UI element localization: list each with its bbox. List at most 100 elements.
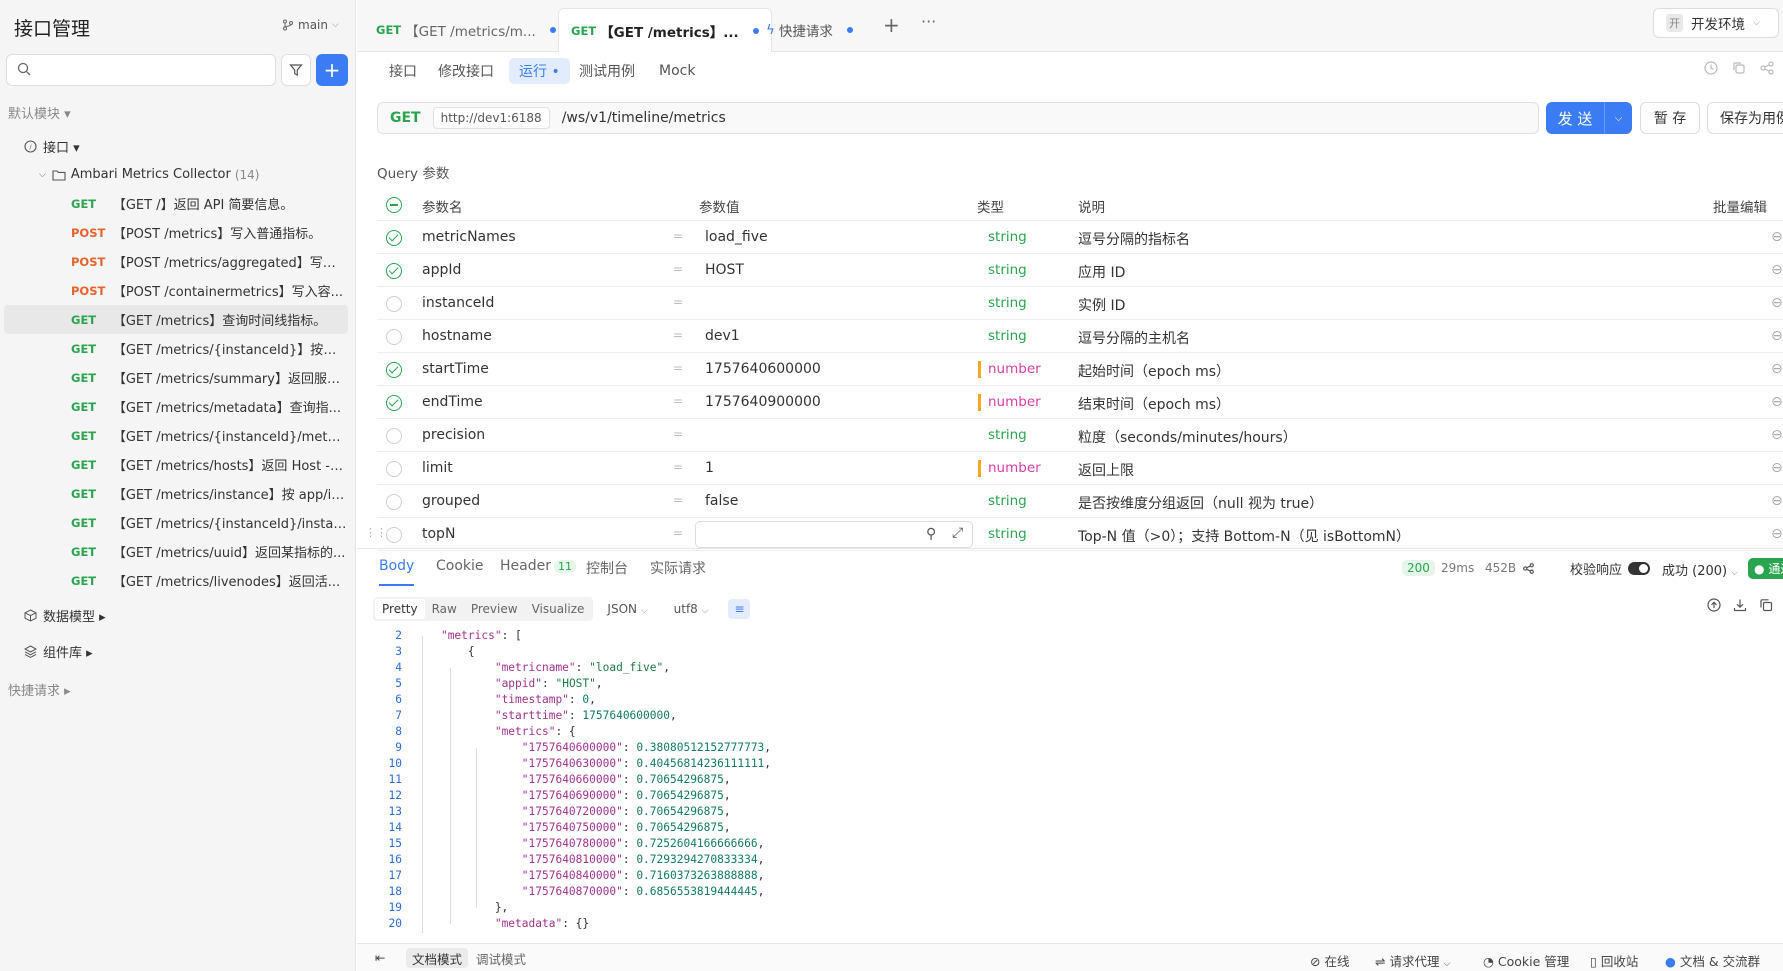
upload-icon[interactable] xyxy=(1707,598,1721,612)
param-name[interactable]: startTime xyxy=(422,361,489,377)
api-item[interactable]: POST 【POST /containermetrics】写入容... xyxy=(4,276,348,305)
param-value-input[interactable]: ⚲ ⤢ xyxy=(695,521,973,548)
param-desc[interactable]: 结束时间（epoch ms） xyxy=(1078,394,1230,414)
api-item[interactable]: GET 【GET /metrics/uuid】返回某指标的... xyxy=(4,537,348,566)
fmt-pretty[interactable]: Pretty xyxy=(375,599,425,619)
param-desc[interactable]: 实例 ID xyxy=(1078,295,1125,315)
collapse-icon[interactable]: ⇤ xyxy=(375,950,385,965)
param-checkbox[interactable] xyxy=(386,527,402,543)
tree-component-lib[interactable]: 组件库 ▸ xyxy=(4,637,348,666)
tree-api-group[interactable]: / 接口 ▾ xyxy=(4,132,348,161)
param-checkbox[interactable] xyxy=(386,461,402,477)
param-name[interactable]: metricNames xyxy=(422,229,516,245)
send-dropdown[interactable]: ⌵ xyxy=(1604,102,1632,134)
param-type[interactable]: string xyxy=(988,526,1027,542)
param-value[interactable]: dev1 xyxy=(705,328,740,344)
recycle-bin[interactable]: ▯ 回收站 xyxy=(1590,951,1638,970)
filter-button[interactable] xyxy=(281,54,311,86)
send-button[interactable]: 发 送 ⌵ xyxy=(1546,102,1632,134)
resp-tab-console[interactable]: 控制台 xyxy=(586,558,628,578)
request-path[interactable]: /ws/v1/timeline/metrics xyxy=(562,110,726,126)
param-name[interactable]: endTime xyxy=(422,394,483,410)
param-name[interactable]: topN xyxy=(422,526,455,542)
debug-mode-button[interactable]: 调试模式 xyxy=(470,948,532,968)
save-draft-button[interactable]: 暂 存 xyxy=(1640,102,1700,134)
remove-param-icon[interactable]: ⊖ xyxy=(1771,361,1783,377)
remove-param-icon[interactable]: ⊖ xyxy=(1771,262,1783,278)
param-value[interactable]: HOST xyxy=(705,262,744,278)
param-type[interactable]: string xyxy=(988,427,1027,443)
api-item[interactable]: GET 【GET /metrics/{instanceId}】按实... xyxy=(4,334,348,363)
share-icon[interactable] xyxy=(1759,60,1775,76)
sidebar-search[interactable] xyxy=(6,54,276,86)
new-tab-button[interactable]: + xyxy=(883,13,900,37)
param-checkbox[interactable] xyxy=(386,329,402,345)
history-icon[interactable] xyxy=(1703,60,1719,76)
doc-mode-button[interactable]: 文档模式 xyxy=(406,948,469,968)
fmt-preview[interactable]: Preview xyxy=(464,599,525,619)
param-checkbox[interactable] xyxy=(386,230,402,246)
add-button[interactable]: + xyxy=(316,54,348,86)
param-checkbox[interactable] xyxy=(386,395,402,411)
drag-handle-icon[interactable]: ⋮⋮ xyxy=(365,526,387,539)
api-item[interactable]: GET 【GET /metrics/metadata】查询指... xyxy=(4,392,348,421)
remove-param-icon[interactable]: ⊖ xyxy=(1771,526,1783,542)
quick-request-section[interactable]: 快捷请求 ▸ xyxy=(8,680,71,699)
param-type[interactable]: string xyxy=(988,328,1027,344)
tab-get-metrics-m[interactable]: GET 【GET /metrics/m... xyxy=(364,8,568,52)
request-method[interactable]: GET xyxy=(378,110,433,126)
param-desc[interactable]: 粒度（seconds/minutes/hours） xyxy=(1078,427,1297,447)
param-name[interactable]: precision xyxy=(422,427,485,443)
resp-tab-body[interactable]: Body xyxy=(379,558,415,586)
param-value[interactable]: load_five xyxy=(705,229,768,245)
default-module[interactable]: 默认模块 ▾ xyxy=(8,103,71,122)
subtab-mock[interactable]: Mock xyxy=(649,58,705,84)
response-code-view[interactable]: 2 "metrics": [3 {4 "metricname": "load_f… xyxy=(378,628,1778,933)
fmt-raw[interactable]: Raw xyxy=(425,599,464,619)
api-item[interactable]: GET 【GET /metrics/hosts】返回 Host ->... xyxy=(4,450,348,479)
param-name[interactable]: instanceId xyxy=(422,295,494,311)
branch-selector[interactable]: main ⌵ xyxy=(282,18,339,32)
param-type[interactable]: number xyxy=(988,361,1041,377)
expand-icon[interactable]: ⤢ xyxy=(952,525,963,541)
select-all-checkbox[interactable] xyxy=(386,197,402,213)
param-value[interactable]: 1757640900000 xyxy=(705,394,821,410)
param-name[interactable]: grouped xyxy=(422,493,480,509)
param-type[interactable]: number xyxy=(988,460,1041,476)
remove-param-icon[interactable]: ⊖ xyxy=(1771,493,1783,509)
verify-response[interactable]: 校验响应 xyxy=(1570,559,1651,578)
subtab-edit[interactable]: 修改接口 xyxy=(428,58,504,84)
param-desc[interactable]: 应用 ID xyxy=(1078,262,1125,282)
param-checkbox[interactable] xyxy=(386,296,402,312)
copy-icon[interactable] xyxy=(1731,60,1747,76)
resp-tab-cookie[interactable]: Cookie xyxy=(436,558,484,574)
tab-get-metrics[interactable]: GET 【GET /metrics】... xyxy=(558,8,772,52)
remove-param-icon[interactable]: ⊖ xyxy=(1771,394,1783,410)
copy-icon[interactable] xyxy=(1759,598,1773,612)
content-type-select[interactable]: JSON ⌵ xyxy=(607,602,647,616)
save-case-button[interactable]: 保存为用例 xyxy=(1707,102,1783,134)
docs-community[interactable]: ● 文档 & 交流群 xyxy=(1665,951,1760,970)
param-checkbox[interactable] xyxy=(386,428,402,444)
param-name[interactable]: appId xyxy=(422,262,461,278)
tree-data-model[interactable]: 数据模型 ▸ xyxy=(4,601,348,630)
remove-param-icon[interactable]: ⊖ xyxy=(1771,427,1783,443)
api-item[interactable]: POST 【POST /metrics/aggregated】写入... xyxy=(4,247,348,276)
param-name[interactable]: hostname xyxy=(422,328,492,344)
api-item[interactable]: GET 【GET /metrics/livenodes】返回活... xyxy=(4,566,348,595)
more-tabs-button[interactable]: ··· xyxy=(921,12,936,31)
param-checkbox[interactable] xyxy=(386,263,402,279)
magic-icon[interactable]: ⚲ xyxy=(926,526,936,542)
api-item[interactable]: POST 【POST /metrics】写入普通指标。 xyxy=(4,218,348,247)
param-value[interactable]: 1 xyxy=(705,460,714,476)
api-item[interactable]: GET 【GET /metrics】查询时间线指标。 xyxy=(4,305,348,334)
bulk-edit-link[interactable]: 批量编辑 xyxy=(1713,196,1767,216)
param-type[interactable]: string xyxy=(988,493,1027,509)
param-name[interactable]: limit xyxy=(422,460,453,476)
param-checkbox[interactable] xyxy=(386,494,402,510)
resp-tab-header[interactable]: Header 11 xyxy=(500,558,576,574)
url-bar[interactable]: GET http://dev1:6188 /ws/v1/timeline/met… xyxy=(377,102,1539,134)
remove-param-icon[interactable]: ⊖ xyxy=(1771,295,1783,311)
encoding-select[interactable]: utf8 ⌵ xyxy=(674,602,709,616)
resp-tab-actual[interactable]: 实际请求 xyxy=(650,558,706,578)
